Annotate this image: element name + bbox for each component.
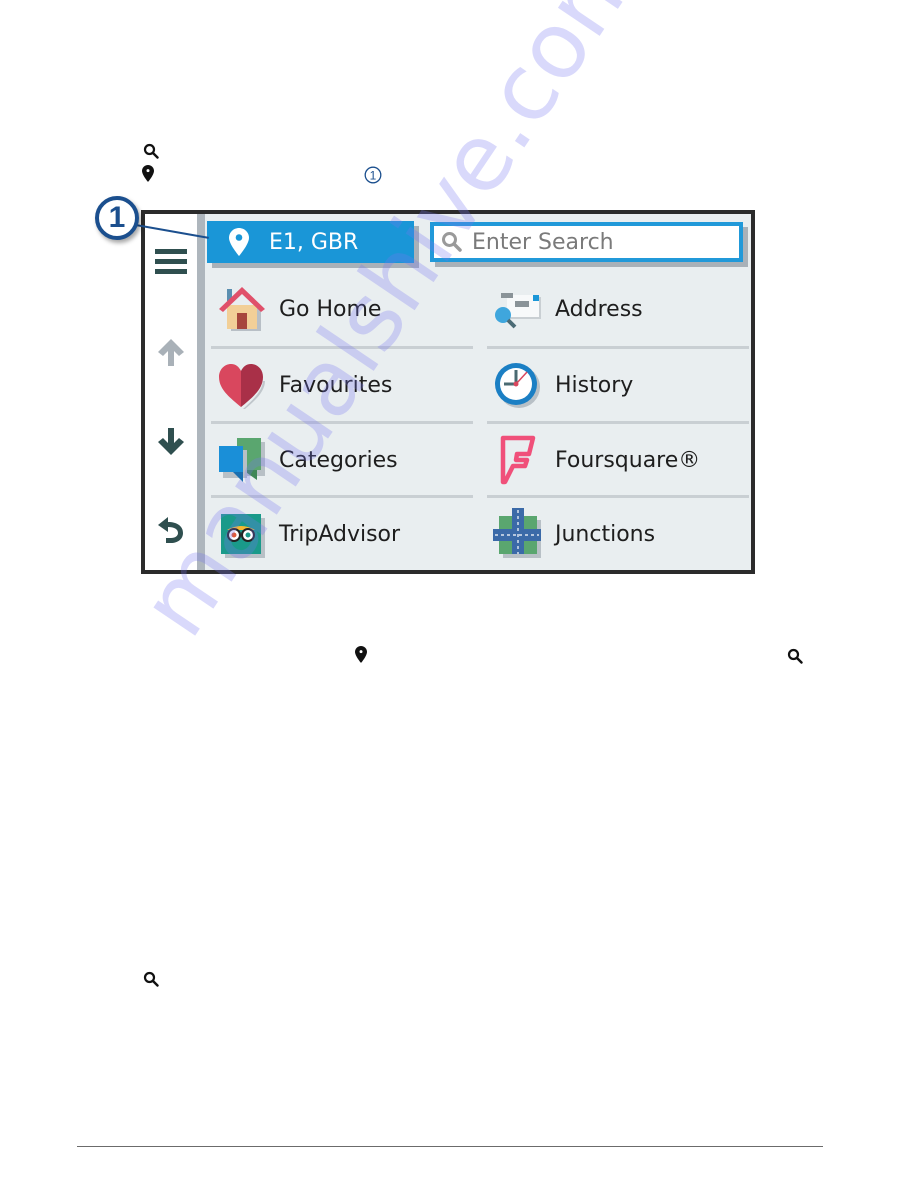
location-button[interactable]: E1, GBR — [207, 221, 414, 263]
arrow-up-icon — [158, 339, 184, 366]
category-tripadvisor[interactable]: TripAdvisor — [209, 497, 471, 570]
menu-button[interactable] — [151, 242, 191, 282]
device-screen: E1, GBR Enter Search Go Home Address Fav… — [141, 210, 755, 574]
search-icon — [143, 971, 159, 987]
category-favourites[interactable]: Favourites — [209, 348, 471, 422]
category-address[interactable]: Address — [485, 272, 747, 346]
search-icon — [143, 143, 159, 159]
tripadvisor-icon — [221, 514, 265, 558]
category-history[interactable]: History — [485, 348, 747, 422]
category-label: Junctions — [555, 521, 656, 547]
heart-icon — [219, 364, 265, 409]
search-icon — [442, 232, 462, 252]
scroll-up-button[interactable] — [151, 332, 191, 372]
category-label: Address — [555, 296, 643, 322]
back-icon — [158, 517, 183, 543]
callout-marker: 1 — [95, 196, 139, 240]
back-button[interactable] — [151, 510, 191, 550]
category-label: History — [555, 372, 634, 398]
rail-separator — [197, 214, 205, 570]
scroll-down-button[interactable] — [151, 422, 191, 462]
category-foursquare[interactable]: Foursquare® — [485, 423, 747, 497]
search-placeholder: Enter Search — [472, 229, 614, 255]
address-icon — [495, 293, 541, 329]
clock-icon — [495, 363, 540, 408]
location-pin-icon — [229, 228, 249, 256]
home-icon — [219, 287, 265, 331]
arrow-down-icon — [158, 428, 184, 455]
category-label: Categories — [279, 447, 398, 473]
category-label: Go Home — [279, 296, 382, 322]
category-junctions[interactable]: Junctions — [485, 497, 747, 570]
left-rail — [145, 214, 197, 570]
junction-icon — [493, 508, 541, 558]
category-go-home[interactable]: Go Home — [209, 272, 471, 346]
category-label: Foursquare® — [555, 447, 701, 473]
categories-icon — [219, 438, 265, 482]
category-label: Favourites — [279, 372, 393, 398]
location-pin-icon — [355, 646, 367, 663]
foursquare-icon — [500, 435, 536, 485]
search-input[interactable]: Enter Search — [430, 222, 743, 262]
category-label: TripAdvisor — [279, 521, 401, 547]
callout-1-marker: 1 — [364, 166, 382, 184]
location-pin-icon — [142, 165, 154, 182]
search-icon — [787, 648, 803, 664]
location-label: E1, GBR — [269, 229, 359, 255]
category-categories[interactable]: Categories — [209, 423, 471, 497]
menu-icon — [155, 249, 187, 274]
svg-text:1: 1 — [370, 169, 377, 183]
footer-rule — [77, 1146, 823, 1147]
